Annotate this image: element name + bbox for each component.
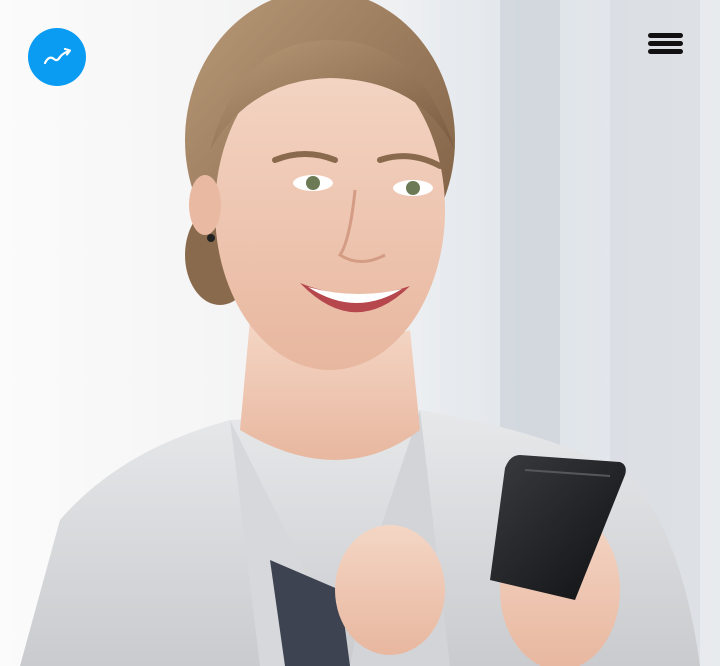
hero-photo [20, 0, 700, 666]
menu-line [648, 41, 683, 46]
logo-button[interactable] [28, 28, 86, 86]
menu-line [648, 33, 683, 38]
menu-line [648, 49, 683, 54]
hamburger-menu-icon[interactable] [648, 33, 683, 55]
hero-section [0, 0, 720, 666]
signature-arrow-icon [43, 47, 72, 65]
